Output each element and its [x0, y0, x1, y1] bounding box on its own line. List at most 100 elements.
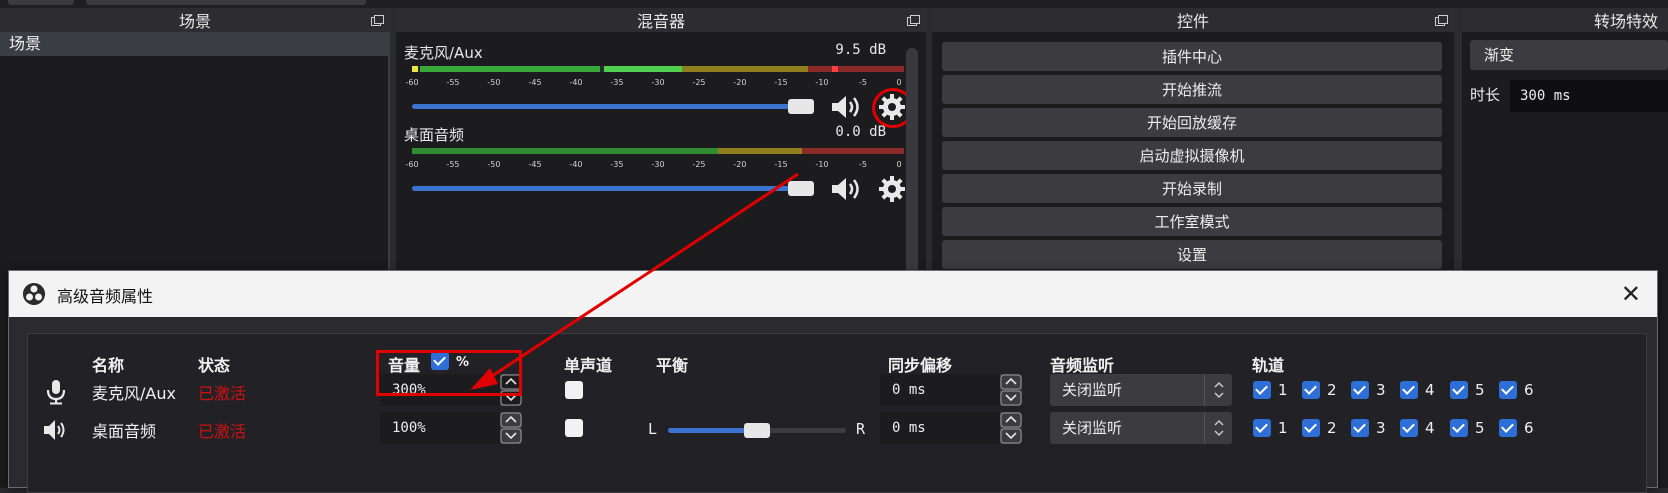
source-name: 桌面音频: [92, 422, 157, 441]
balance-right-label: R: [856, 420, 866, 438]
header-mono: 单声道: [564, 356, 613, 375]
duration-label: 时长: [1470, 86, 1501, 104]
start-replay-buffer-button[interactable]: 开始回放缓存: [942, 108, 1442, 137]
plugin-center-button[interactable]: 插件中心: [942, 42, 1442, 71]
sync-offset-value[interactable]: 0 ms: [880, 374, 1000, 406]
monitoring-value: 关闭监听: [1062, 419, 1123, 437]
volume-value[interactable]: 100%: [380, 412, 500, 444]
track-number: 3: [1376, 419, 1386, 437]
monitoring-select[interactable]: 关闭监听: [1050, 412, 1232, 444]
monitoring-value: 关闭监听: [1062, 381, 1123, 399]
scale-tick-label: -55: [446, 78, 460, 87]
dialog-title: 高级音频属性: [57, 287, 154, 306]
updown-chevron-icon[interactable]: [1204, 374, 1232, 406]
spin-arrows-icon[interactable]: [1000, 412, 1022, 444]
mixer-dock-title: 混音器: [396, 8, 926, 32]
transition-select[interactable]: 渐变: [1470, 40, 1668, 70]
transitions-dock-title: 转场特效: [1462, 8, 1668, 32]
studio-mode-button[interactable]: 工作室模式: [942, 207, 1442, 236]
speaker-icon: [44, 420, 65, 440]
duration-input[interactable]: 300 ms: [1510, 80, 1668, 112]
track-checkbox[interactable]: [1253, 381, 1271, 399]
mono-checkbox[interactable]: [565, 419, 583, 437]
start-streaming-button[interactable]: 开始推流: [942, 75, 1442, 104]
mixer-dock-title-text: 混音器: [636, 12, 685, 31]
undock-icon[interactable]: [371, 15, 384, 26]
source-status: 已激活: [198, 384, 247, 403]
gear-icon[interactable]: [878, 175, 906, 203]
scale-tick-label: -5: [858, 160, 867, 169]
mixer-scrollbar[interactable]: [906, 48, 918, 274]
start-virtual-camera-button[interactable]: 启动虚拟摄像机: [942, 141, 1442, 170]
volume-slider-handle[interactable]: [788, 99, 814, 114]
sync-offset-value[interactable]: 0 ms: [880, 412, 1000, 444]
microphone-icon: [46, 380, 66, 405]
mono-checkbox[interactable]: [565, 381, 583, 399]
scale-tick-label: -15: [774, 160, 788, 169]
track-checkbox[interactable]: [1400, 419, 1418, 437]
scale-tick-label: -10: [815, 78, 829, 87]
controls-dock-title: 控件: [932, 8, 1454, 32]
track-checkbox[interactable]: [1351, 419, 1369, 437]
track-checkbox[interactable]: [1302, 419, 1320, 437]
scale-tick-label: 0: [896, 160, 902, 169]
table-row: 麦克风/Aux 已激活 300% 0 ms 关闭监听 1 2 3 4 5 6: [28, 374, 1646, 410]
obs-logo-icon: [23, 283, 45, 305]
header-status: 状态: [198, 356, 231, 375]
speaker-icon[interactable]: [830, 93, 864, 121]
spin-arrows[interactable]: [500, 412, 522, 444]
scale-tick-label: -55: [446, 160, 460, 169]
track-number: 3: [1376, 381, 1386, 399]
scale-tick-label: -30: [651, 78, 665, 87]
spin-arrows-icon[interactable]: [500, 412, 522, 444]
track-checkbox[interactable]: [1499, 381, 1517, 399]
scale-tick-label: -30: [651, 160, 665, 169]
undock-icon[interactable]: [1435, 15, 1448, 26]
track-number: 5: [1475, 381, 1485, 399]
table-row: 桌面音频 已激活 100% L R 0 ms 关闭监听 1 2 3 4 5 6: [28, 412, 1646, 448]
scale-tick-label: -25: [692, 160, 706, 169]
channel-name: 麦克风/Aux: [404, 44, 483, 62]
scale-tick-label: -40: [569, 160, 583, 169]
undock-icon[interactable]: [907, 15, 920, 26]
track-checkbox[interactable]: [1400, 381, 1418, 399]
scenes-dock-title-text: 场景: [178, 12, 211, 31]
spin-arrows-icon[interactable]: [1000, 374, 1022, 406]
top-tab-stub[interactable]: [86, 0, 366, 5]
updown-chevron-icon[interactable]: [1204, 412, 1232, 444]
spin-arrows[interactable]: [1000, 412, 1022, 444]
sync-offset-spinbox[interactable]: 0 ms: [880, 374, 1022, 406]
scene-item[interactable]: 场景: [0, 32, 388, 56]
volume-slider-handle[interactable]: [788, 181, 814, 196]
track-checkbox[interactable]: [1450, 381, 1468, 399]
balance-slider-handle[interactable]: [744, 423, 770, 438]
volume-slider[interactable]: [412, 186, 802, 191]
scale-tick-label: -10: [815, 160, 829, 169]
settings-button[interactable]: 设置: [942, 240, 1442, 269]
header-name: 名称: [92, 356, 125, 375]
top-tab-stub[interactable]: [8, 0, 74, 5]
volume-spinbox[interactable]: 100%: [380, 412, 522, 444]
track-checkbox[interactable]: [1351, 381, 1369, 399]
channel-name: 桌面音频: [404, 126, 465, 144]
track-number: 1: [1278, 419, 1288, 437]
track-checkbox[interactable]: [1253, 419, 1271, 437]
volume-slider[interactable]: [412, 104, 802, 109]
balance-slider[interactable]: [668, 423, 846, 438]
start-recording-button[interactable]: 开始录制: [942, 174, 1442, 203]
scale-tick-label: -35: [610, 160, 624, 169]
mixer-channel-mic: 麦克风/Aux 9.5 dB -60 -55 -50 -45 -40 -35 -…: [404, 42, 914, 128]
spin-arrows[interactable]: [1000, 374, 1022, 406]
monitoring-select[interactable]: 关闭监听: [1050, 374, 1232, 406]
scale-tick-label: -60: [405, 160, 419, 169]
speaker-icon[interactable]: [830, 175, 864, 203]
sync-offset-spinbox[interactable]: 0 ms: [880, 412, 1022, 444]
level-meter: [412, 66, 904, 72]
track-checkbox[interactable]: [1450, 419, 1468, 437]
track-number: 2: [1327, 419, 1337, 437]
close-icon[interactable]: ✕: [1621, 280, 1641, 308]
mixer-channel-desktop: 桌面音频 0.0 dB -60 -55 -50 -45 -40 -35 -30 …: [404, 124, 905, 208]
track-checkbox[interactable]: [1302, 381, 1320, 399]
track-checkbox[interactable]: [1499, 419, 1517, 437]
audio-properties-table: 名称 状态 音量 % 单声道 平衡 同步偏移 音频监听 轨道 麦克风/Aux 已…: [27, 333, 1647, 493]
